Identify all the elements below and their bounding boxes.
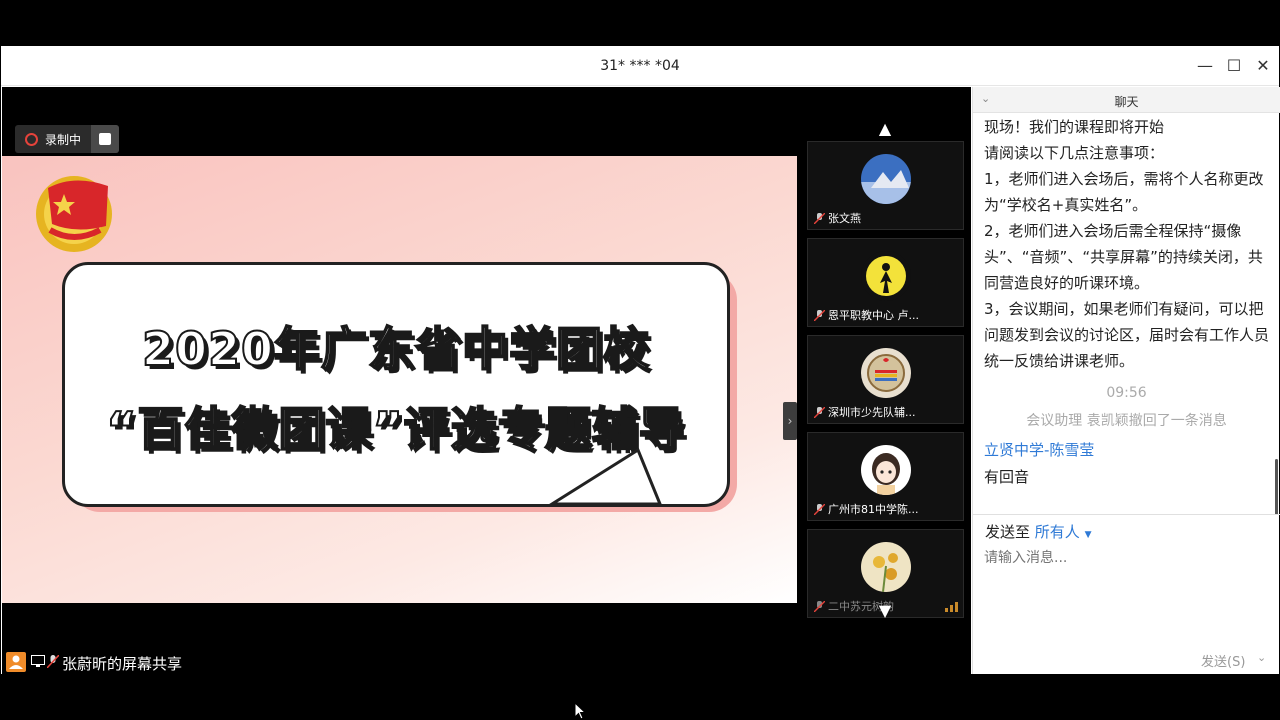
mic-muted-icon — [814, 504, 825, 515]
mic-muted-icon — [814, 213, 825, 224]
recording-indicator: 录制中 — [15, 125, 119, 153]
participant-name-text: 深圳市少先队辅... — [828, 406, 916, 419]
participant-tile[interactable]: 张文燕 — [807, 141, 964, 230]
participant-name: 广州市81中学陈... — [814, 501, 959, 517]
chat-input[interactable] — [984, 547, 1268, 637]
system-notice: 会议助理 袁凯颖撤回了一条消息 — [1026, 413, 1227, 429]
record-dot-icon — [25, 133, 38, 146]
chat-message: 现场！我们的课程即将开始 — [984, 118, 1165, 136]
shared-slide: 2020年广东省中学团校 “百佳微团课”评选专题辅导 — [2, 156, 797, 603]
participant-name-text: 张文燕 — [828, 212, 861, 225]
participant-name: 张文燕 — [814, 210, 959, 226]
send-to-row: 发送至 所有人 ▼ — [985, 521, 1092, 542]
chat-message: 有回音 — [984, 468, 1030, 486]
dropdown-arrow-icon: ▼ — [1084, 530, 1092, 540]
send-to-dropdown[interactable]: 所有人 ▼ — [1035, 523, 1092, 541]
scroll-down-arrow-icon[interactable]: ▼ — [874, 603, 896, 619]
avatar — [861, 542, 911, 592]
chat-header: ⌄ 聊天 — [973, 87, 1280, 113]
chat-scrollbar[interactable] — [1275, 459, 1278, 515]
chat-message: 请阅读以下几点注意事项： — [984, 144, 1165, 162]
meeting-window: 31* *** *04 — ☐ ✕ 2020年广东省中学团校 “百佳微团课”评选… — [1, 46, 1280, 674]
participant-tile[interactable]: 深圳市少先队辅... — [807, 335, 964, 424]
chat-divider — [973, 514, 1280, 515]
collapse-panel-button[interactable]: › — [783, 402, 797, 440]
send-options-chevron-icon[interactable]: ⌄ — [1257, 651, 1266, 664]
mic-muted-icon — [47, 655, 59, 668]
card-fold-decoration — [546, 447, 662, 506]
stop-recording-button[interactable] — [91, 125, 119, 153]
signal-strength-icon — [945, 602, 958, 612]
window-title: 31* *** *04 — [600, 58, 680, 74]
recording-label: 录制中 — [45, 133, 82, 147]
avatar — [861, 445, 911, 495]
participant-name-text: 恩平职教中心 卢... — [828, 309, 919, 322]
screen-share-icon — [31, 655, 45, 667]
league-emblem-icon — [36, 176, 112, 252]
video-stage: 2020年广东省中学团校 “百佳微团课”评选专题辅导 录制中 › ▲ 张文燕 恩… — [2, 87, 971, 674]
participant-name: 恩平职教中心 卢... — [814, 307, 959, 323]
mouse-cursor-icon — [574, 702, 586, 720]
chat-title: 聊天 — [1114, 95, 1139, 109]
avatar — [861, 154, 911, 204]
chat-panel: ⌄ 聊天 现场！我们的课程即将开始 请阅读以下几点注意事项： 1，老师们进入会场… — [972, 87, 1280, 674]
mic-muted-icon — [814, 601, 825, 612]
chat-message: 3，会议期间，如果老师们有疑问，可以把问题发到会议的讨论区，届时会有工作人员统一… — [984, 300, 1270, 370]
mic-muted-icon — [814, 407, 825, 418]
close-button[interactable]: ✕ — [1251, 54, 1275, 78]
avatar — [861, 348, 911, 398]
minimize-button[interactable]: — — [1193, 54, 1217, 78]
share-status-bar: 张蔚昕的屏幕共享 — [2, 648, 971, 674]
participants-icon[interactable] — [6, 652, 26, 672]
message-sender[interactable]: 立贤中学-陈雪莹 — [984, 439, 1094, 460]
send-to-target: 所有人 — [1034, 523, 1080, 541]
participant-name-text: 广州市81中学陈... — [828, 503, 919, 516]
screen-share-label: 张蔚昕的屏幕共享 — [62, 655, 183, 673]
participant-name: 深圳市少先队辅... — [814, 404, 959, 420]
maximize-button[interactable]: ☐ — [1222, 54, 1246, 78]
send-to-label: 发送至 — [985, 523, 1031, 541]
chat-message: 2，老师们进入会场后需全程保持“摄像头”、“音频”、“共享屏幕”的持续关闭，共同… — [984, 222, 1263, 292]
send-button[interactable]: 发送(S) — [1201, 651, 1245, 670]
avatar — [861, 251, 911, 301]
title-bar: 31* *** *04 — ☐ ✕ — [1, 46, 1279, 86]
participant-tile[interactable]: 恩平职教中心 卢... — [807, 238, 964, 327]
scroll-up-arrow-icon[interactable]: ▲ — [874, 121, 896, 137]
chat-timestamp: 09:56 — [1106, 385, 1147, 401]
slide-title-line1: 2020年广东省中学团校 — [141, 321, 651, 377]
mic-muted-icon — [814, 310, 825, 321]
chat-message: 1，老师们进入会场后，需将个人名称更改为“学校名+真实姓名”。 — [984, 170, 1264, 214]
participant-tile[interactable]: 广州市81中学陈... — [807, 432, 964, 521]
